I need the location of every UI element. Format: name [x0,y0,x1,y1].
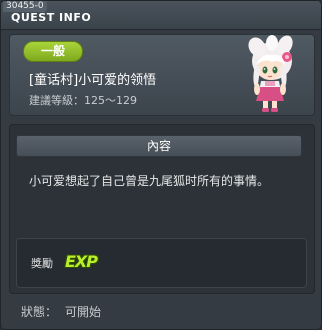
quest-status: 狀態： 可開始 [21,303,109,320]
window-title: QUEST INFO [11,11,92,24]
quest-title: [童话村]小可爱的领悟 [29,73,157,88]
status-label: 狀態： [21,305,58,319]
content-section-header: 內容 [16,135,302,157]
exp-icon[interactable]: EXP [65,252,98,271]
quest-info-window: QUEST INFO 30455-0 一般 [童话村]小可爱的领悟 建議等級：1… [0,0,322,330]
quest-description: 小可爱想起了自己曾是九尾狐时所有的事情。 [29,174,270,188]
status-value: 可開始 [65,305,102,319]
reward-label: 獎勵 [31,257,53,270]
category-badge: 一般 [23,41,83,62]
reward-panel [16,238,307,288]
npc-portrait-icon [248,35,293,112]
title-bar[interactable]: QUEST INFO [1,1,321,30]
recommended-level: 建議等級：125～129 [29,94,137,107]
quest-id: 30455-0 [3,1,47,12]
